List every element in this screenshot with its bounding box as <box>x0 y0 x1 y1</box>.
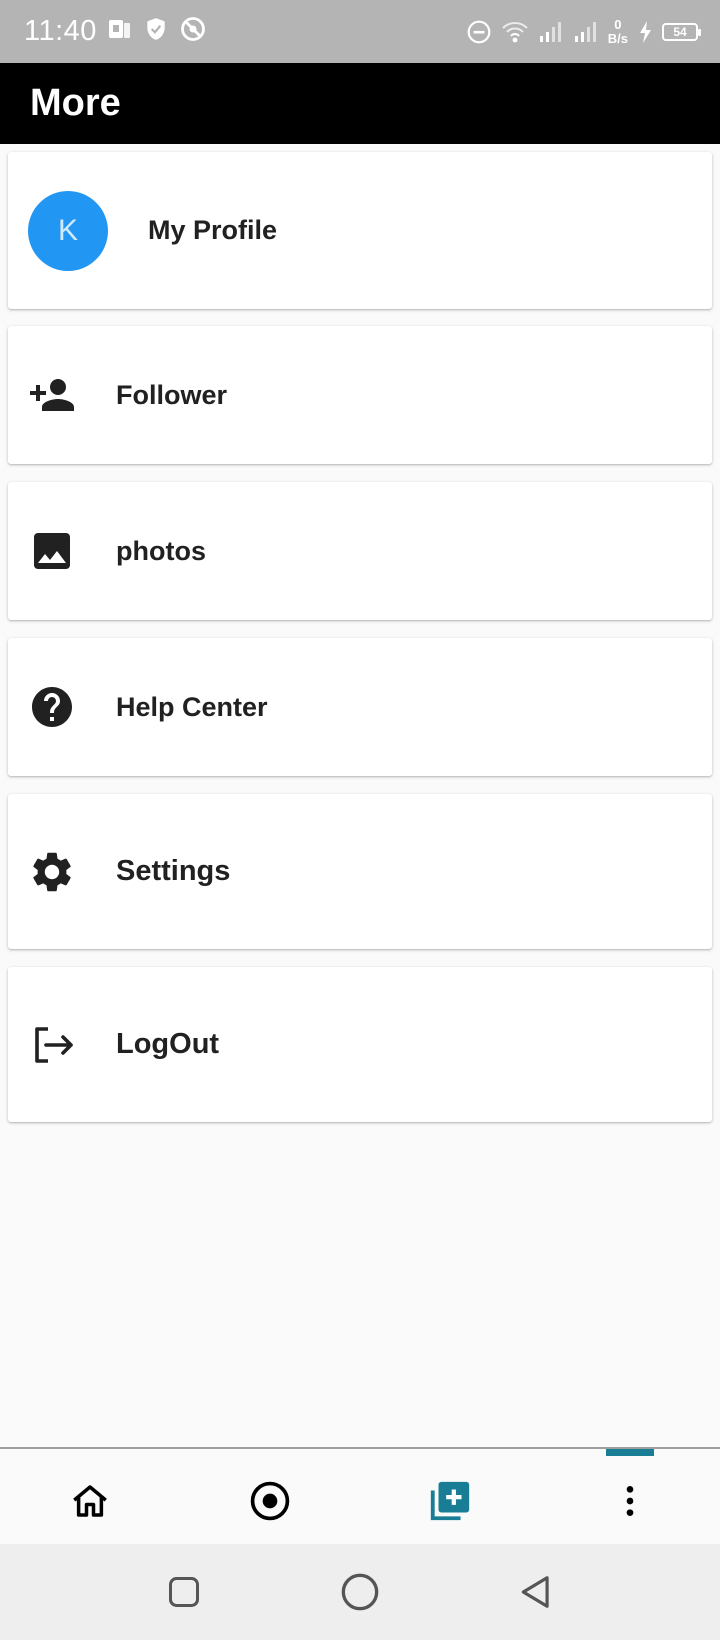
my-profile-label: My Profile <box>148 215 278 245</box>
home-circle-icon[interactable] <box>336 1568 384 1616</box>
battery-icon: 54 <box>662 22 701 41</box>
avatar: K <box>28 190 108 271</box>
follower-label: Follower <box>116 379 228 410</box>
shield-icon <box>143 16 169 47</box>
settings-item[interactable]: Settings <box>8 794 712 949</box>
net-speed-value: 0 <box>614 16 622 32</box>
gear-icon <box>28 848 76 896</box>
help-center-label: Help Center <box>116 691 268 722</box>
signal-icon <box>573 20 599 44</box>
dnd-icon <box>466 19 492 45</box>
status-time: 11:40 <box>24 15 97 47</box>
my-profile-item[interactable]: K My Profile <box>8 152 712 309</box>
page-title: More <box>30 82 121 124</box>
image-icon <box>28 527 76 575</box>
add-photo-icon[interactable] <box>420 1471 480 1531</box>
recents-icon[interactable] <box>160 1568 208 1616</box>
photos-label: photos <box>116 535 206 566</box>
notification-app-icon <box>107 17 133 46</box>
status-bar: 11:40 0 B/s 54 <box>0 0 720 63</box>
logout-item[interactable]: LogOut <box>8 967 712 1122</box>
photos-item[interactable]: photos <box>8 482 712 620</box>
net-speed: 0 B/s <box>607 16 628 46</box>
active-tab-indicator <box>606 1449 654 1456</box>
follower-item[interactable]: Follower <box>8 326 712 464</box>
signal-icon <box>538 20 564 44</box>
bottom-navigation <box>0 1447 720 1544</box>
net-speed-unit: B/s <box>607 30 628 46</box>
system-navigation-bar <box>0 1544 720 1640</box>
no-disturb-icon <box>179 15 207 48</box>
person-add-icon <box>28 371 76 419</box>
back-icon[interactable] <box>512 1568 560 1616</box>
charging-icon <box>637 20 653 44</box>
logout-icon <box>28 1021 76 1069</box>
battery-level: 54 <box>673 24 687 39</box>
help-circle-icon <box>28 683 76 731</box>
app-bar: More <box>0 63 720 144</box>
help-center-item[interactable]: Help Center <box>8 638 712 776</box>
avatar-letter: K <box>57 213 78 247</box>
logout-label: LogOut <box>116 1028 220 1060</box>
more-vertical-icon[interactable] <box>600 1471 660 1531</box>
home-icon[interactable] <box>60 1471 120 1531</box>
wifi-icon <box>501 19 529 45</box>
settings-label: Settings <box>116 855 231 887</box>
record-icon[interactable] <box>240 1471 300 1531</box>
